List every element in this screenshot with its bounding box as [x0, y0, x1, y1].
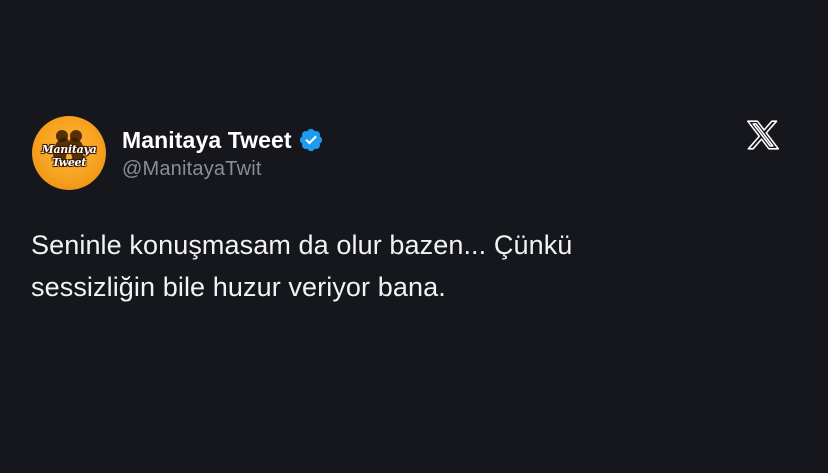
tweet-text-line: Seninle konuşmasam da olur bazen... Çünk… — [31, 230, 573, 260]
x-logo-icon[interactable] — [745, 118, 781, 152]
avatar[interactable]: Manitaya Tweet — [32, 116, 106, 190]
tweet-card: Manitaya Tweet Manitaya Tweet @ManitayaT… — [0, 0, 828, 473]
avatar-logo-text-line2: Tweet — [51, 156, 87, 169]
tweet-text-line: sessizliğin bile huzur veriyor bana. — [31, 272, 446, 302]
author-name-row: Manitaya Tweet — [122, 125, 324, 155]
author-handle[interactable]: @ManitayaTwit — [122, 158, 262, 181]
tweet-body-text: Seninle konuşmasam da olur bazen... Çünk… — [31, 224, 791, 308]
verified-badge-icon — [298, 127, 324, 153]
author-display-name[interactable]: Manitaya Tweet — [122, 127, 292, 154]
avatar-logo-text-line1: Manitaya — [41, 143, 97, 156]
